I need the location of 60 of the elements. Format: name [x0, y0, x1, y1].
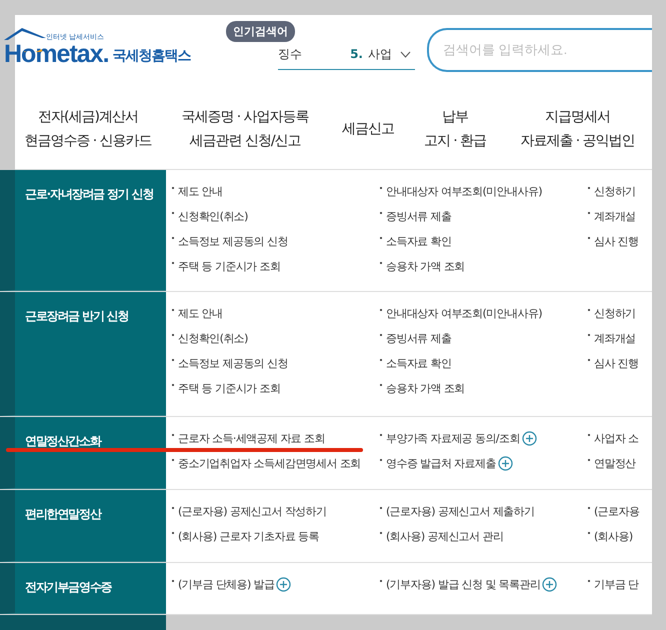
- plus-circle-icon[interactable]: [522, 431, 537, 446]
- menu-link[interactable]: 신청하기: [594, 304, 636, 323]
- menu-link[interactable]: 신청확인(취소): [178, 207, 248, 226]
- menu-link[interactable]: 소득자료 확인: [386, 232, 452, 251]
- section-title[interactable]: 근로장려금 반기 신청: [25, 309, 128, 323]
- menu-link[interactable]: 제도 안내: [178, 304, 222, 323]
- nav-menu-item[interactable]: 전자(세금)계산서 현금영수증 · 신용카드: [15, 104, 161, 152]
- popular-search-badge: 인기검색어: [226, 21, 295, 42]
- menu-link[interactable]: 안내대상자 여부조회(미안내사유): [386, 182, 542, 201]
- plus-circle-icon[interactable]: [542, 577, 558, 592]
- nav-menu-item[interactable]: 국세증명 · 사업자등록 세금관련 신청/신고: [161, 104, 329, 152]
- nav-menu-item[interactable]: 지급명세서 자료제출 · 공익법인: [503, 104, 652, 152]
- menu-link[interactable]: 소득정보 제공동의 신청: [178, 232, 288, 251]
- popular-term[interactable]: 사업: [368, 46, 392, 62]
- plus-circle-icon[interactable]: [276, 577, 292, 592]
- menu-link[interactable]: 소득정보 제공동의 신청: [178, 354, 288, 373]
- menu-link[interactable]: 제도 안내: [178, 182, 222, 201]
- menu-link[interactable]: (근로자용) 공제신고서 작성하기: [178, 502, 326, 521]
- menu-link[interactable]: (근로자용: [594, 502, 640, 521]
- menu-link[interactable]: 심사 진행: [594, 232, 638, 251]
- menu-link[interactable]: 증빙서류 제출: [386, 329, 452, 348]
- chevron-down-icon[interactable]: [400, 50, 411, 58]
- menu-link[interactable]: 증빙서류 제출: [386, 207, 452, 226]
- menu-link[interactable]: 계좌개설: [594, 207, 636, 226]
- menu-link[interactable]: 사업자 소: [594, 429, 638, 448]
- menu-link[interactable]: 심사 진행: [594, 354, 638, 373]
- menu-link[interactable]: 안내대상자 여부조회(미안내사유): [386, 304, 542, 323]
- menu-link[interactable]: (회사용) 근로자 기초자료 등록: [178, 527, 319, 546]
- menu-link[interactable]: 승용차 가액 조회: [386, 257, 465, 276]
- menu-link[interactable]: 신청하기: [594, 182, 636, 201]
- menu-link[interactable]: 연말정산: [594, 454, 636, 473]
- menu-link[interactable]: 소득자료 확인: [386, 354, 452, 373]
- menu-link[interactable]: 계좌개설: [594, 329, 636, 348]
- menu-link[interactable]: (기부자용) 발급 신청 및 목록관리: [386, 575, 540, 594]
- menu-link[interactable]: 부양가족 자료제공 동의/조회: [386, 429, 520, 448]
- search-field[interactable]: 검색어를 입력하세요.: [427, 28, 652, 72]
- plus-circle-icon[interactable]: [498, 456, 513, 471]
- menu-link[interactable]: (근로자용) 공제신고서 제출하기: [386, 502, 534, 521]
- section-title[interactable]: 근로·자녀장려금 정기 신청: [25, 187, 154, 201]
- section-title[interactable]: 전자기부금영수증: [25, 580, 112, 594]
- section-title[interactable]: 연말정산간소화: [25, 434, 101, 448]
- menu-link[interactable]: 근로자 소득·세액공제 자료 조회: [178, 429, 325, 448]
- menu-link[interactable]: 승용차 가액 조회: [386, 379, 465, 398]
- menu-link[interactable]: 기부금 단: [594, 575, 638, 594]
- menu-link[interactable]: 주택 등 기준시가 조회: [178, 257, 280, 276]
- menu-link[interactable]: 주택 등 기준시가 조회: [178, 379, 280, 398]
- popular-search-ticker[interactable]: 징수 5. 사업: [278, 39, 415, 70]
- popular-term[interactable]: 징수: [278, 46, 302, 62]
- menu-link[interactable]: (기부금 단체용) 발급: [178, 575, 274, 594]
- menu-link[interactable]: 신청확인(취소): [178, 329, 248, 348]
- menu-link[interactable]: (회사용) 공제신고서 관리: [386, 527, 504, 546]
- nav-menu-item[interactable]: 세금신고: [329, 116, 407, 140]
- menu-link[interactable]: 영수증 발급처 자료제출: [386, 454, 496, 473]
- logo-wordmark[interactable]: Hometax.: [4, 40, 109, 69]
- nav-menu-item[interactable]: 납부 고지 · 환급: [407, 104, 503, 152]
- menu-link[interactable]: (회사용): [594, 527, 633, 546]
- menu-link[interactable]: 중소기업취업자 소득세감면명세서 조회: [178, 454, 361, 473]
- popular-rank: 5.: [350, 47, 363, 61]
- section-title[interactable]: 편리한연말정산: [25, 507, 101, 521]
- logo-title[interactable]: 국세청홈택스: [112, 47, 191, 65]
